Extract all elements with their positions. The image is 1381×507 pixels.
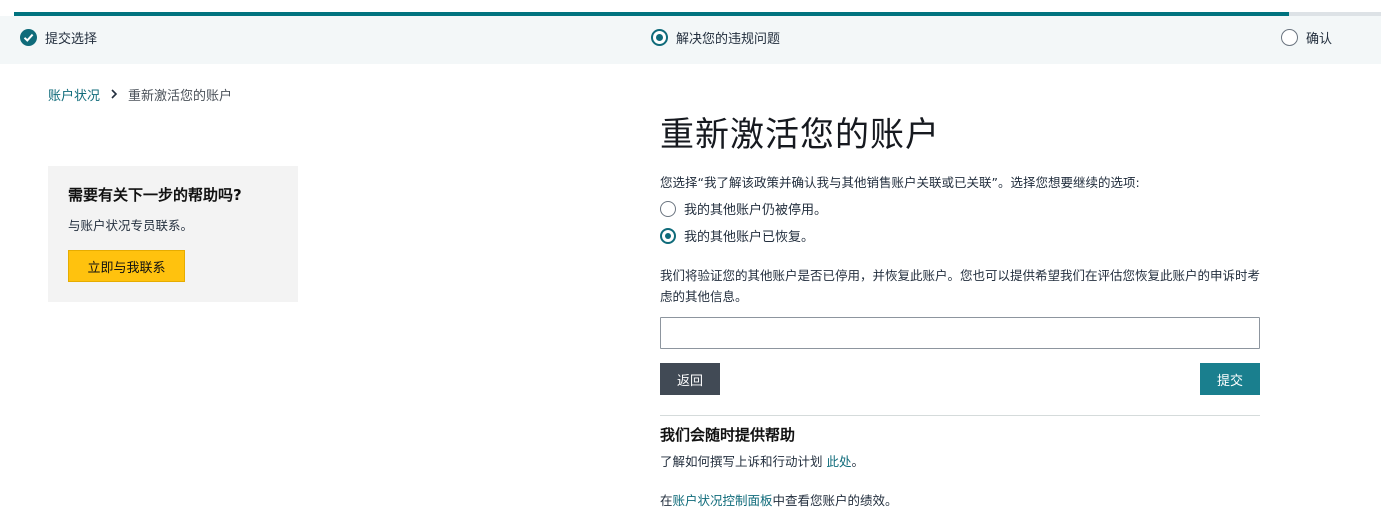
help-line-dashboard: 在账户状况控制面板中查看您账户的绩效。 bbox=[660, 490, 1260, 507]
step-resolve-violations: 解决您的违规问题 bbox=[651, 28, 780, 47]
page-title: 重新激活您的账户 bbox=[660, 115, 940, 155]
step-label: 解决您的违规问题 bbox=[676, 32, 781, 47]
breadcrumb: 账户状况 重新激活您的账户 bbox=[48, 85, 232, 104]
help-card-text: 与账户状况专员联系。 bbox=[68, 218, 194, 233]
chevron-right-icon bbox=[110, 88, 118, 102]
breadcrumb-account-health-link[interactable]: 账户状况 bbox=[48, 85, 100, 104]
additional-info-input[interactable] bbox=[660, 317, 1260, 349]
intro-text: 您选择“我了解该政策并确认我与其他销售账户关联或已关联”。选择您想要继续的选项: bbox=[660, 175, 1140, 190]
help-line-text: 在 bbox=[660, 493, 673, 507]
radio-button[interactable] bbox=[660, 200, 676, 217]
option-label: 我的其他账户仍被停用。 bbox=[684, 203, 828, 218]
help-card-title: 需要有关下一步的帮助吗? bbox=[68, 186, 242, 204]
divider bbox=[660, 415, 1260, 416]
pending-step-icon bbox=[1281, 29, 1298, 46]
breadcrumb-current: 重新激活您的账户 bbox=[128, 89, 233, 104]
submit-button[interactable]: 提交 bbox=[1200, 363, 1260, 395]
checkmark-icon bbox=[20, 29, 37, 46]
option-still-suspended[interactable]: 我的其他账户仍被停用。 bbox=[660, 199, 1260, 218]
step-confirm: 确认 bbox=[1281, 28, 1332, 47]
help-line-text: 中查看您账户的绩效。 bbox=[772, 493, 898, 507]
main-content: 重新激活您的账户 您选择“我了解该政策并确认我与其他销售账户关联或已关联”。选择… bbox=[660, 110, 1260, 507]
help-line-appeal: 了解如何撰写上诉和行动计划 此处。 bbox=[660, 451, 1260, 470]
step-label: 确认 bbox=[1306, 32, 1333, 47]
radio-button-checked[interactable] bbox=[660, 227, 676, 244]
option-restored[interactable]: 我的其他账户已恢复。 bbox=[660, 226, 1260, 245]
description-text: 我们将验证您的其他账户是否已停用，并恢复此账户。您也可以提供希望我们在评估您恢复… bbox=[660, 268, 1261, 304]
help-line-text: 。 bbox=[851, 454, 865, 469]
current-step-icon bbox=[651, 29, 668, 46]
help-card: 需要有关下一步的帮助吗? 与账户状况专员联系。 立即与我联系 bbox=[48, 166, 298, 302]
button-row: 返回 提交 bbox=[660, 363, 1260, 395]
contact-me-button[interactable]: 立即与我联系 bbox=[68, 250, 185, 282]
step-submit-choice: 提交选择 bbox=[20, 28, 97, 47]
step-label: 提交选择 bbox=[45, 32, 98, 47]
option-label: 我的其他账户已恢复。 bbox=[684, 230, 815, 245]
help-line-text: 了解如何撰写上诉和行动计划 bbox=[660, 454, 827, 469]
help-heading: 我们会随时提供帮助 bbox=[660, 426, 796, 444]
appeal-guide-link[interactable]: 此处 bbox=[826, 454, 851, 469]
account-health-dashboard-link[interactable]: 账户状况控制面板 bbox=[673, 493, 773, 507]
back-button[interactable]: 返回 bbox=[660, 363, 720, 395]
steps-bar: 提交选择 解决您的违规问题 确认 bbox=[0, 16, 1381, 64]
